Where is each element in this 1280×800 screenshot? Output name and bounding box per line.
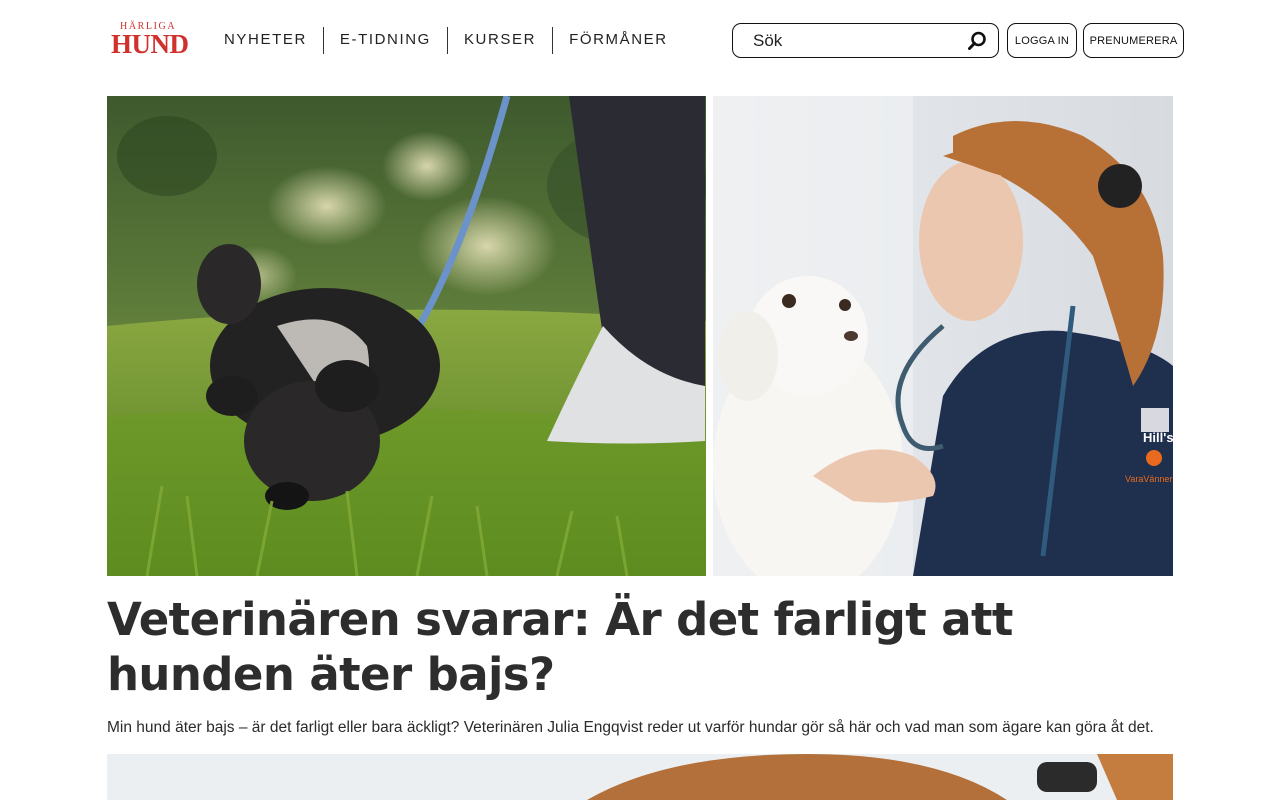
login-button[interactable]: LOGGA IN [1007,23,1077,58]
site-logo[interactable]: HÄRLIGA HUND [111,21,195,61]
search-icon[interactable] [966,30,988,52]
main-nav: NYHETER E-TIDNING KURSER FÖRMÅNER [208,26,684,54]
search-input[interactable] [753,30,966,51]
nav-item-kurser[interactable]: KURSER [448,26,552,54]
article-lead: Min hund äter bajs – är det farligt elle… [107,719,1154,736]
article-headline[interactable]: Veterinären svarar: Är det farligt att h… [107,592,1177,702]
hero-image-vet-with-dog[interactable]: Hill's VaraVänner [713,96,1173,576]
site-header: HÄRLIGA HUND NYHETER E-TIDNING KURSER FÖ… [0,0,1280,82]
scrub-logo-hills: Hill's [1143,430,1173,445]
logo-main-text: HUND [111,29,189,59]
hero-image-dog-in-grass[interactable] [107,96,706,576]
nav-item-nyheter[interactable]: NYHETER [208,26,323,54]
subscribe-button[interactable]: PRENUMERERA [1083,23,1184,58]
search-box [732,23,999,58]
nav-item-e-tidning[interactable]: E-TIDNING [324,26,447,54]
hero-images: Hill's VaraVänner [107,96,1173,576]
article-image [107,754,1173,800]
scrub-logo-text: VaraVänner [1125,474,1172,484]
nav-item-formaner[interactable]: FÖRMÅNER [553,26,684,54]
